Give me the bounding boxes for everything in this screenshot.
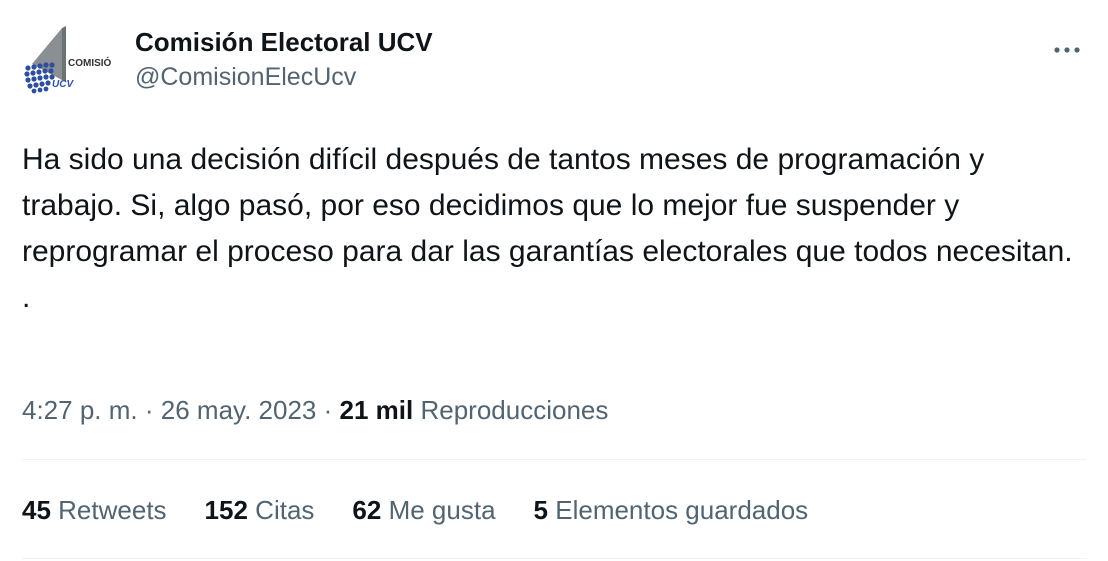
stat-label: Citas	[255, 495, 315, 525]
more-options-button[interactable]	[1050, 36, 1084, 64]
stat-count: 152	[204, 495, 248, 525]
meta-separator: ·	[144, 395, 154, 425]
stat-count: 5	[533, 495, 548, 525]
ucv-logo-icon: COMISIÓN UCV	[24, 26, 112, 94]
stat-label: Me gusta	[388, 495, 496, 525]
stat-label: Retweets	[58, 495, 167, 525]
tweet-meta: 4:27 p. m. · 26 may. 2023 · 21 mil Repro…	[22, 392, 608, 428]
stat-bookmarks[interactable]: 5 Elementos guardados	[534, 492, 809, 528]
tweet-text: Ha sido una decisión difícil después de …	[22, 143, 1073, 314]
more-horizontal-icon	[1054, 47, 1080, 53]
meta-separator: ·	[323, 395, 333, 425]
stat-retweets[interactable]: 45 Retweets	[22, 492, 167, 528]
tweet-stats: 45 Retweets 152 Citas 62 Me gusta 5 Elem…	[22, 492, 846, 528]
svg-text:UCV: UCV	[52, 79, 74, 90]
stat-quotes[interactable]: 152 Citas	[205, 492, 315, 528]
stat-count: 45	[22, 495, 51, 525]
tweet-time[interactable]: 4:27 p. m.	[22, 395, 138, 425]
divider	[22, 558, 1086, 559]
tweet-date[interactable]: 26 may. 2023	[161, 395, 317, 425]
divider	[22, 459, 1086, 460]
tweet-header: COMISIÓN UCV Comisión Electoral UCV @Com…	[22, 24, 1086, 108]
account-handle[interactable]: @ComisionElecUcv	[135, 60, 433, 94]
account-names: Comisión Electoral UCV @ComisionElecUcv	[135, 26, 433, 94]
avatar[interactable]: COMISIÓN UCV	[22, 24, 112, 108]
views-label: Reproducciones	[420, 395, 609, 425]
views-count: 21 mil	[339, 395, 414, 425]
svg-text:COMISIÓN: COMISIÓN	[68, 56, 112, 69]
tweet-detail: COMISIÓN UCV Comisión Electoral UCV @Com…	[0, 0, 1108, 561]
stat-count: 62	[352, 495, 382, 525]
stat-likes[interactable]: 62 Me gusta	[352, 492, 495, 528]
stat-label: Elementos guardados	[555, 495, 809, 525]
display-name[interactable]: Comisión Electoral UCV	[135, 26, 433, 58]
